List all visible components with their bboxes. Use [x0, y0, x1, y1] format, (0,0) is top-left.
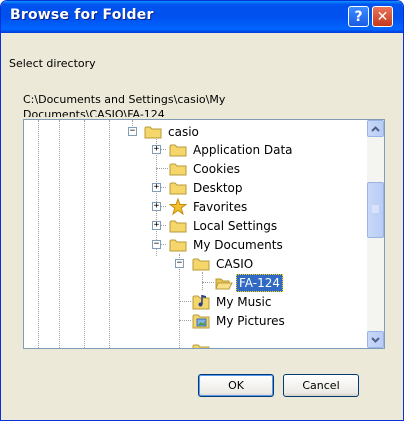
- close-icon: ✕: [376, 8, 389, 25]
- folder-icon: [192, 258, 210, 271]
- chevron-up-icon: [371, 125, 380, 132]
- tree-item-label: My Pictures: [216, 314, 285, 328]
- tree-item-label: My Documents: [193, 238, 283, 252]
- tree-item-label: casio: [168, 125, 199, 139]
- grip-icon: [372, 205, 379, 213]
- title-bar[interactable]: Browse for Folder ? ✕: [1, 1, 403, 33]
- select-directory-label: Select directory: [9, 57, 96, 70]
- folder-icon: [144, 126, 162, 139]
- tree-item-desktop[interactable]: + Desktop: [24, 179, 367, 197]
- collapse-toggle-icon[interactable]: −: [128, 127, 137, 136]
- folder-icon: [169, 220, 187, 233]
- dialog-title: Browse for Folder: [10, 7, 154, 23]
- chevron-down-icon: [371, 336, 380, 343]
- folder-icon: [192, 344, 210, 348]
- path-line-2: Documents\CASIO\FA-124: [23, 108, 165, 117]
- tree-item-label: Desktop: [193, 181, 243, 195]
- browse-folder-dialog: Browse for Folder ? ✕ Select directory C…: [0, 0, 404, 421]
- tree-item-label: Cookies: [193, 162, 240, 176]
- tree-guide-line: [156, 168, 168, 169]
- collapse-toggle-icon[interactable]: −: [175, 259, 184, 268]
- help-button[interactable]: ?: [348, 6, 369, 27]
- tree-item-label: Local Settings: [193, 219, 278, 233]
- pictures-folder-icon: [192, 314, 210, 329]
- tree-item-cookies[interactable]: Cookies: [24, 160, 367, 178]
- scroll-down-button[interactable]: [367, 331, 384, 348]
- tree-item-my-documents[interactable]: − My Documents: [24, 236, 367, 254]
- scroll-thumb[interactable]: [367, 182, 384, 238]
- tree-item-partial: [24, 331, 367, 348]
- tree-item-my-music[interactable]: My Music: [24, 293, 367, 311]
- expand-toggle-icon[interactable]: +: [152, 145, 161, 154]
- expand-toggle-icon[interactable]: +: [152, 202, 161, 211]
- open-folder-icon: [215, 278, 233, 290]
- tree-item-application-data[interactable]: + Application Data: [24, 141, 367, 159]
- tree-item-casio[interactable]: − casio: [24, 123, 367, 141]
- tree-item-label-selected: FA-124: [236, 274, 283, 292]
- music-folder-icon: [192, 295, 210, 310]
- folder-icon: [169, 144, 187, 157]
- tree-item-favorites[interactable]: + Favorites: [24, 198, 367, 216]
- ok-button-label: OK: [228, 379, 244, 392]
- scroll-up-button[interactable]: [367, 120, 384, 137]
- tree-item-label: My Music: [216, 295, 272, 309]
- vertical-scrollbar[interactable]: [367, 120, 384, 348]
- cancel-button-label: Cancel: [302, 379, 340, 392]
- tree-guide-line: [179, 301, 191, 302]
- collapse-toggle-icon[interactable]: −: [152, 240, 161, 249]
- path-line-1: C:\Documents and Settings\casio\My: [23, 93, 226, 106]
- expand-toggle-icon[interactable]: +: [152, 183, 161, 192]
- tree-item-label: Application Data: [193, 143, 293, 157]
- tree-item-casio-folder[interactable]: − CASIO: [24, 255, 367, 273]
- tree-item-my-pictures[interactable]: My Pictures: [24, 312, 367, 330]
- folder-icon: [169, 182, 187, 195]
- tree-guide-line: [179, 320, 191, 321]
- help-icon: ?: [354, 8, 363, 25]
- close-button[interactable]: ✕: [372, 6, 393, 27]
- cancel-button[interactable]: Cancel: [283, 374, 359, 397]
- folder-icon: [169, 163, 187, 176]
- current-path: C:\Documents and Settings\casio\My Docum…: [1, 93, 403, 117]
- folder-tree-content: − casio + Application Data Cookies + Des…: [24, 120, 367, 348]
- star-icon: [169, 198, 187, 215]
- tree-guide-line: [202, 282, 214, 283]
- tree-item-label: CASIO: [216, 257, 254, 271]
- tree-item-fa-124[interactable]: FA-124: [24, 274, 367, 292]
- expand-toggle-icon[interactable]: +: [152, 221, 161, 230]
- folder-tree[interactable]: − casio + Application Data Cookies + Des…: [23, 119, 385, 349]
- ok-button[interactable]: OK: [198, 374, 274, 397]
- tree-item-local-settings[interactable]: + Local Settings: [24, 217, 367, 235]
- folder-icon: [169, 239, 187, 252]
- tree-item-label: Favorites: [193, 200, 248, 214]
